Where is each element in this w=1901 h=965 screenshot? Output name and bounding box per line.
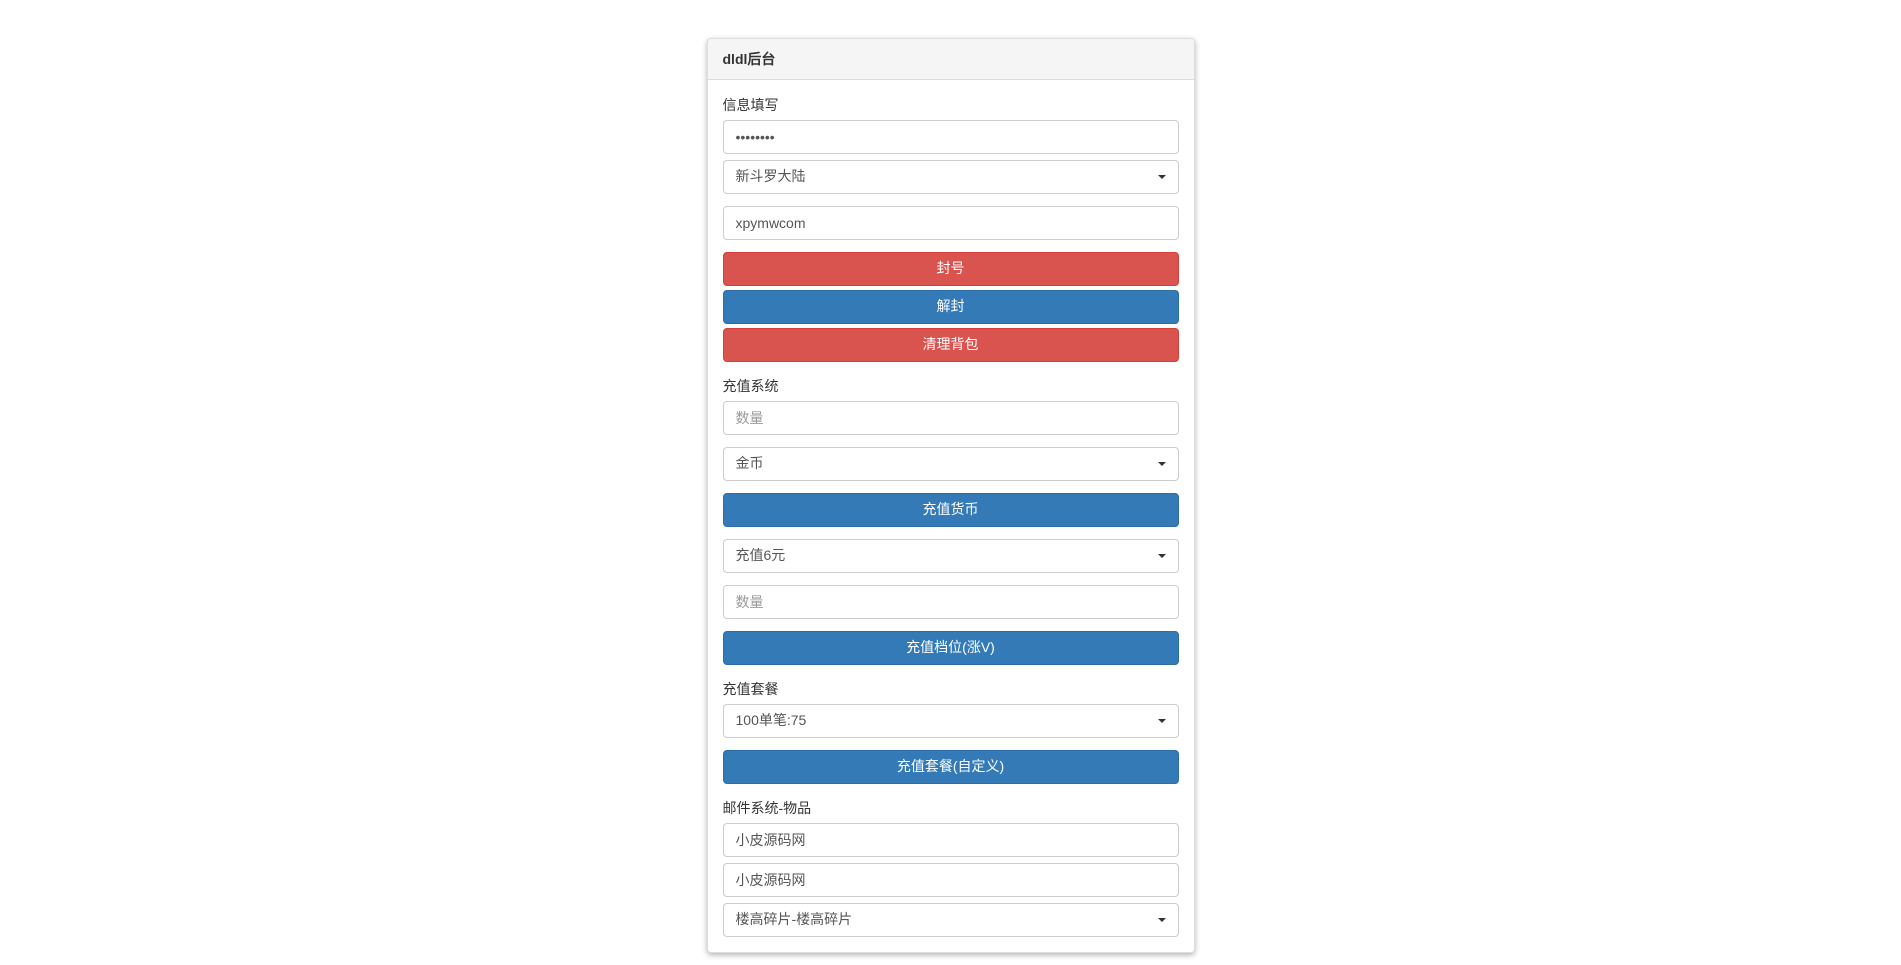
password-input[interactable] [723, 120, 1179, 154]
chevron-down-icon [1158, 719, 1166, 723]
panel-body: 信息填写 新斗罗大陆 封号 解封 清理背包 充值系统 金币 [708, 80, 1194, 952]
tier-select[interactable]: 充值6元 [723, 539, 1179, 573]
mail-item-select-value: 楼高碎片-楼高碎片 [736, 911, 853, 927]
chevron-down-icon [1158, 918, 1166, 922]
recharge-currency-button[interactable]: 充值货币 [723, 493, 1179, 527]
package-select[interactable]: 100单笔:75 [723, 704, 1179, 738]
package-select-value: 100单笔:75 [736, 712, 807, 728]
currency-select[interactable]: 金币 [723, 447, 1179, 481]
currency-select-value: 金币 [736, 455, 764, 471]
server-select-value: 新斗罗大陆 [736, 168, 806, 184]
tier-select-value: 充值6元 [736, 547, 786, 563]
account-input[interactable] [723, 206, 1179, 240]
mail-item-select[interactable]: 楼高碎片-楼高碎片 [723, 903, 1179, 937]
unban-button[interactable]: 解封 [723, 290, 1179, 324]
admin-panel: dldl后台 信息填写 新斗罗大陆 封号 解封 清理背包 充值系统 [707, 38, 1195, 953]
section-mail-label: 邮件系统-物品 [723, 798, 1179, 818]
mail-input-2[interactable] [723, 863, 1179, 897]
mail-input-1[interactable] [723, 823, 1179, 857]
panel-title: dldl后台 [708, 39, 1194, 80]
server-select[interactable]: 新斗罗大陆 [723, 160, 1179, 194]
recharge-tier-button[interactable]: 充值档位(涨V) [723, 631, 1179, 665]
tier-amount-input[interactable] [723, 585, 1179, 619]
ban-button[interactable]: 封号 [723, 252, 1179, 286]
section-info-label: 信息填写 [723, 95, 1179, 115]
chevron-down-icon [1158, 175, 1166, 179]
chevron-down-icon [1158, 554, 1166, 558]
clear-bag-button[interactable]: 清理背包 [723, 328, 1179, 362]
chevron-down-icon [1158, 462, 1166, 466]
section-recharge-label: 充值系统 [723, 376, 1179, 396]
recharge-package-button[interactable]: 充值套餐(自定义) [723, 750, 1179, 784]
section-package-label: 充值套餐 [723, 679, 1179, 699]
recharge-amount-input[interactable] [723, 401, 1179, 435]
